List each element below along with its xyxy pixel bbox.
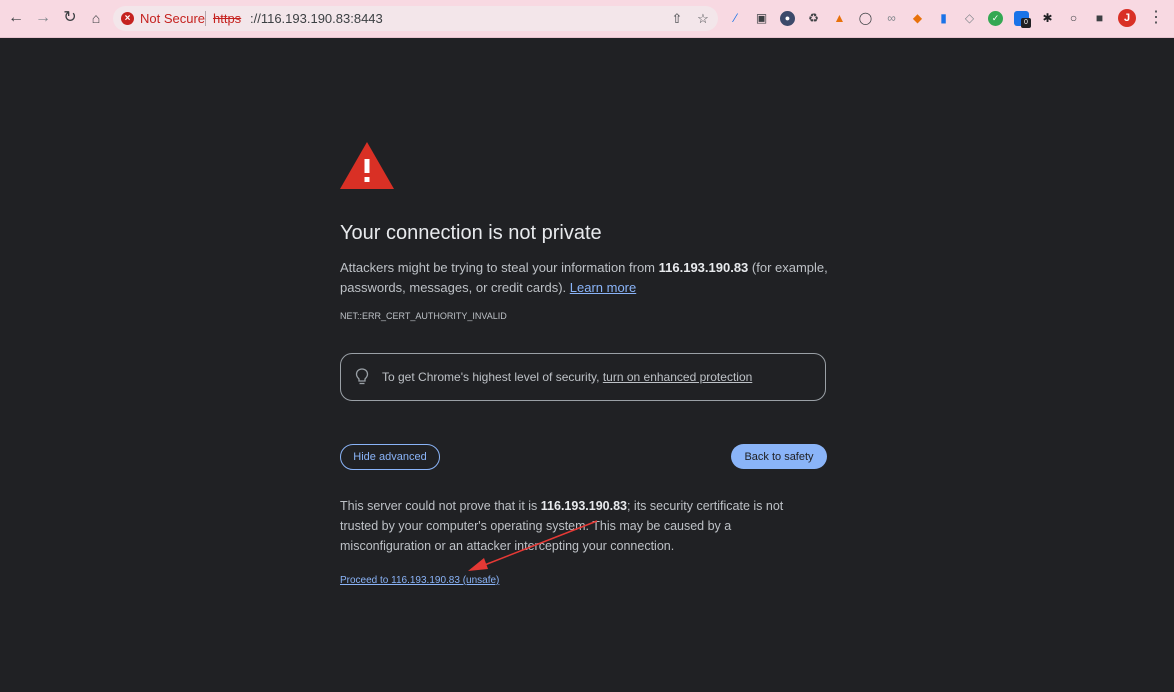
host-name: 116.193.190.83 xyxy=(658,260,749,275)
bookmark-star-icon[interactable]: ☆ xyxy=(695,11,711,27)
shield-extension-icon[interactable]: ▮ xyxy=(936,11,951,26)
address-separator xyxy=(205,11,206,26)
enhanced-protection-box: To get Chrome's highest level of securit… xyxy=(340,353,826,401)
reading-list-icon[interactable]: ○ xyxy=(1066,11,1081,26)
security-label[interactable]: Not Secure xyxy=(140,11,205,26)
back-to-safety-button[interactable]: Back to safety xyxy=(731,444,827,469)
url-host[interactable]: ://116.193.190.83:8443 xyxy=(250,11,383,26)
page-title: Your connection is not private xyxy=(340,222,602,244)
recycle-extension-icon[interactable]: ♻ xyxy=(806,11,821,26)
check-shield-extension-icon[interactable]: ✓ xyxy=(988,11,1003,26)
browser-toolbar: ← → ↻ ⌂ × Not Secure https ://116.193.19… xyxy=(0,0,1174,38)
share-icon[interactable]: ⇧ xyxy=(669,11,685,27)
enhanced-protection-link[interactable]: turn on enhanced protection xyxy=(603,370,752,384)
warning-description: Attackers might be trying to steal your … xyxy=(340,260,828,295)
lightbulb-icon xyxy=(355,368,369,385)
person-extension-icon[interactable]: ▲ xyxy=(832,11,847,26)
link-extension-icon[interactable]: ∞ xyxy=(884,11,899,26)
extension-badge-count: 0 xyxy=(1021,18,1031,28)
puzzle-extensions-icon[interactable]: ✱ xyxy=(1040,11,1055,26)
hide-advanced-button[interactable]: Hide advanced xyxy=(340,444,440,470)
warning-triangle-icon xyxy=(340,142,394,189)
not-secure-icon[interactable]: × xyxy=(121,12,134,25)
proceed-unsafe-link[interactable]: Proceed to 116.193.190.83 (unsafe) xyxy=(340,575,499,586)
annotation-arrow xyxy=(468,520,598,571)
error-code: NET::ERR_CERT_AUTHORITY_INVALID xyxy=(340,311,507,321)
camera-extension-icon[interactable]: ▣ xyxy=(754,11,769,26)
forward-arrow-icon[interactable]: → xyxy=(33,8,53,28)
side-panel-icon[interactable]: ■ xyxy=(1092,11,1107,26)
url-scheme[interactable]: https xyxy=(213,11,241,26)
pen-extension-icon[interactable]: ⁄ xyxy=(728,11,743,26)
home-icon[interactable]: ⌂ xyxy=(86,8,106,28)
kebab-menu-icon[interactable]: ⋮ xyxy=(1148,8,1164,28)
details-host-name: 116.193.190.83 xyxy=(540,499,627,513)
reload-icon[interactable]: ↻ xyxy=(60,8,80,28)
circle-extension-icon[interactable]: ● xyxy=(780,11,795,26)
badge-extension-icon[interactable]: 0 xyxy=(1014,11,1031,28)
learn-more-link[interactable]: Learn more xyxy=(570,280,636,295)
fox-extension-icon[interactable]: ◆ xyxy=(910,11,925,26)
enhanced-protection-text: To get Chrome's highest level of securit… xyxy=(382,370,753,384)
ring-extension-icon[interactable]: ◯ xyxy=(858,11,873,26)
advanced-details: This server could not prove that it is 1… xyxy=(340,499,784,553)
back-arrow-icon[interactable]: ← xyxy=(6,8,26,28)
profile-avatar[interactable]: J xyxy=(1118,9,1136,27)
address-bar[interactable]: × Not Secure https ://116.193.190.83:844… xyxy=(113,6,718,31)
diamond-extension-icon[interactable]: ◇ xyxy=(962,11,977,26)
